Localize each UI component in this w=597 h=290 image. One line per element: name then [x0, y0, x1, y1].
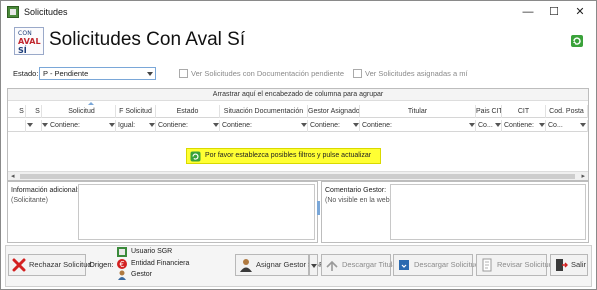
maximize-button[interactable]: ☐ [541, 4, 567, 20]
grid-filter-row: Contiene: Igual: Contiene: Contiene: Con… [8, 120, 588, 132]
estado-select[interactable]: P - Pendiente [39, 67, 156, 80]
minimize-button[interactable]: — [515, 4, 541, 20]
column-header-f-solicitud[interactable]: F Solicitud [116, 105, 156, 118]
doc-pendiente-checkbox[interactable] [179, 69, 188, 78]
column-header-s1[interactable]: S [18, 105, 26, 118]
funnel-icon[interactable] [27, 123, 33, 127]
close-button[interactable]: ✕ [567, 4, 593, 20]
asignar-gestor-dropdown[interactable] [309, 254, 318, 276]
horizontal-scrollbar[interactable]: ◂ ▸ [8, 171, 588, 180]
column-header-gestor-asignado[interactable]: Gestor Asignado [308, 105, 360, 118]
filter-cell-s2[interactable] [34, 120, 42, 132]
funnel-icon[interactable] [539, 123, 545, 127]
asignadas-label: Ver Solicitudes asignadas a mí [365, 69, 468, 78]
column-header-cod-postal[interactable]: Cod. Posta [546, 105, 588, 118]
asignar-gestor-button[interactable]: Asignar Gestor SGR [235, 254, 324, 276]
column-header-situacion-documentacion[interactable]: Situación Documentación [220, 105, 308, 118]
descargar-titular-button[interactable]: Descargar Titular [321, 254, 399, 276]
funnel-icon[interactable] [149, 123, 155, 127]
refresh-icon[interactable] [570, 34, 584, 48]
doc-pendiente-label: Ver Solicitudes con Documentación pendie… [191, 69, 345, 78]
funnel-icon[interactable] [495, 123, 501, 127]
empty-grid-message-text: Por favor establezca posibles filtros y … [205, 152, 372, 159]
title-bar: Solicitudes — ☐ ✕ [1, 1, 596, 23]
funnel-icon[interactable] [109, 123, 115, 127]
scrollbar-thumb[interactable] [20, 174, 575, 179]
filter-cell-estado[interactable]: Contiene: [156, 120, 220, 132]
chevron-down-icon [147, 72, 153, 76]
reject-x-icon [12, 258, 26, 272]
exit-door-icon [556, 259, 568, 271]
group-by-bar[interactable]: Arrastrar aquí el encabezado de columna … [8, 89, 588, 101]
funnel-icon[interactable] [580, 123, 586, 127]
filter-cell-solicitud[interactable]: Contiene: [48, 120, 116, 132]
column-header-s2[interactable]: S [34, 105, 42, 118]
grid-header-row: S S Solicitud F Solicitud Estado Situaci… [8, 105, 588, 118]
document-icon [482, 258, 492, 272]
funnel-icon[interactable] [301, 123, 307, 127]
filter-cell-titular[interactable]: Contiene: [360, 120, 476, 132]
app-window: Solicitudes — ☐ ✕ CON AVAL SÍ Solicitude… [0, 0, 597, 290]
empty-grid-message: Por favor establezca posibles filtros y … [186, 148, 381, 164]
comentario-gestor-label: Comentario Gestor: [325, 187, 387, 194]
panel-splitter[interactable] [317, 201, 320, 215]
funnel-icon[interactable] [213, 123, 219, 127]
estado-label: Estado: [13, 69, 39, 78]
refresh-icon [190, 151, 201, 162]
download-document-icon [399, 260, 409, 270]
origen-label: Origen: [89, 260, 114, 269]
informacion-adicional-label: Información adicional: [11, 187, 80, 194]
column-header-estado[interactable]: Estado [156, 105, 220, 118]
column-header-cit[interactable]: CIT [502, 105, 546, 118]
svg-text:€: € [119, 260, 124, 269]
comentario-gestor-textarea[interactable] [390, 184, 586, 240]
column-header-pais-cit[interactable]: Pais CIT [476, 105, 502, 118]
scroll-left-icon[interactable]: ◂ [11, 172, 15, 181]
informacion-adicional-sublabel: (Solicitante) [11, 197, 48, 204]
estado-value: P - Pendiente [43, 69, 89, 78]
scroll-right-icon[interactable]: ▸ [581, 172, 585, 181]
person-icon [118, 270, 126, 280]
filter-cell-s1[interactable] [18, 120, 26, 132]
revisar-solicitud-button[interactable]: Revisar Solicitud [476, 254, 553, 276]
download-arrow-icon [326, 260, 338, 271]
con-aval-si-logo: CON AVAL SÍ [14, 27, 44, 55]
user-sgr-icon [117, 247, 127, 257]
salir-button[interactable]: Salir [550, 254, 588, 276]
solicitudes-grid[interactable]: Arrastrar aquí el encabezado de columna … [7, 88, 589, 181]
filter-cell-situacion-documentacion[interactable]: Contiene: [220, 120, 308, 132]
funnel-icon[interactable] [42, 123, 48, 127]
descargar-solicitud-button[interactable]: Descargar Solicitud [393, 254, 479, 276]
rechazar-solicitud-button[interactable]: Rechazar Solicitud [8, 254, 92, 276]
comentario-gestor-panel: Comentario Gestor: (No visible en la web… [321, 181, 589, 243]
euro-icon: € [117, 259, 127, 269]
funnel-icon[interactable] [353, 123, 359, 127]
comentario-gestor-sublabel: (No visible en la web) [325, 197, 392, 204]
informacion-adicional-panel: Información adicional: (Solicitante) [7, 181, 318, 243]
informacion-adicional-textarea[interactable] [78, 184, 315, 240]
window-title: Solicitudes [24, 7, 68, 17]
asignadas-checkbox[interactable] [353, 69, 362, 78]
column-header-solicitud[interactable]: Solicitud [48, 105, 116, 118]
page-title: Solicitudes Con Aval Sí [49, 29, 246, 50]
assign-user-icon [240, 259, 252, 272]
app-icon [7, 6, 19, 18]
column-header-titular[interactable]: Titular [360, 105, 476, 118]
funnel-icon[interactable] [469, 123, 475, 127]
